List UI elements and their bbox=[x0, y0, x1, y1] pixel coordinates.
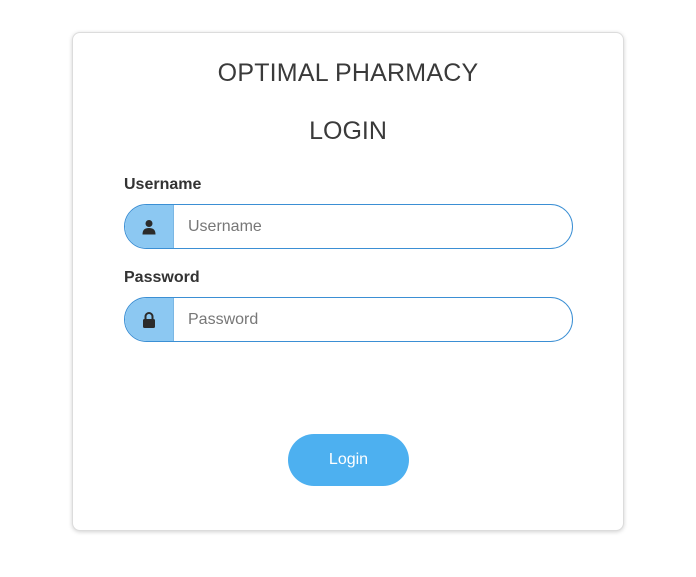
password-label: Password bbox=[124, 269, 200, 286]
login-card: OPTIMAL PHARMACY LOGIN Username Password… bbox=[72, 32, 624, 531]
login-button[interactable]: Login bbox=[288, 434, 409, 486]
user-icon bbox=[125, 205, 174, 248]
username-label: Username bbox=[124, 176, 202, 193]
username-input[interactable] bbox=[174, 205, 572, 248]
lock-icon bbox=[125, 298, 174, 341]
password-input[interactable] bbox=[174, 298, 572, 341]
username-field-group bbox=[124, 204, 573, 249]
brand-title: OPTIMAL PHARMACY bbox=[217, 59, 479, 87]
password-field-group bbox=[124, 297, 573, 342]
login-heading: LOGIN bbox=[309, 117, 387, 145]
